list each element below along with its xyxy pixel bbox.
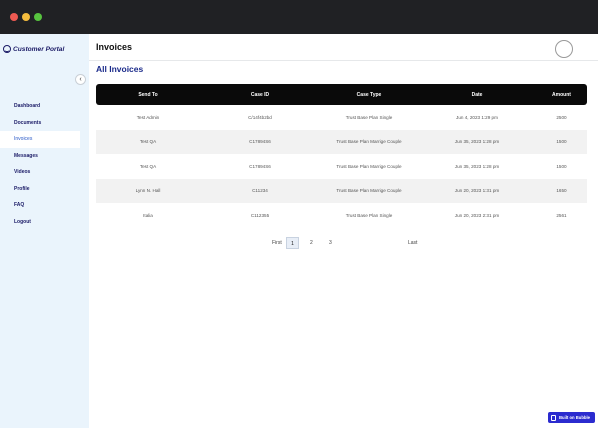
cell-amount: 1650 [556, 188, 567, 194]
pagination-first[interactable]: First [272, 237, 282, 249]
table-row[interactable]: Test Admin C/14f4b2bd Trust Base Plan Si… [96, 105, 587, 130]
cell-date: Jun 35, 2023 1:28 pm [454, 163, 500, 169]
brand[interactable]: Customer Portal [3, 42, 88, 56]
cell-case-type: Trust Base Plan Single [345, 114, 393, 120]
cell-case-id: C/14f4b2bd [248, 114, 272, 120]
close-window-icon[interactable] [10, 13, 18, 21]
sidebar-item-invoices[interactable]: Invoices [0, 131, 80, 148]
sidebar-item-documents[interactable]: Documents [0, 115, 89, 132]
invoices-table: Send To Case ID Case Type Date Amount Te… [96, 84, 587, 228]
minimize-window-icon[interactable] [22, 13, 30, 21]
smiley-icon [3, 45, 11, 53]
cell-send-to: Lynn N. Hall [135, 188, 161, 194]
pagination-page-1[interactable]: 1 [286, 237, 299, 249]
cell-date: Jun 35, 2023 1:28 pm [454, 139, 500, 145]
sidebar-item-faq[interactable]: FAQ [0, 197, 89, 214]
cell-amount: 2561 [556, 212, 567, 218]
section-title: All Invoices [96, 64, 144, 74]
cell-date: Jun 20, 2023 1:31 pm [454, 188, 500, 194]
pagination-last[interactable]: Last [408, 237, 417, 249]
cell-case-id: C11234 [252, 188, 268, 194]
pagination-page-3[interactable]: 3 [329, 237, 332, 249]
cell-send-to: Italia [143, 212, 153, 218]
table-header: Send To Case ID Case Type Date Amount [96, 84, 587, 105]
built-on-bubble-badge[interactable]: Built on Bubble [548, 412, 595, 423]
cell-case-id: C17894S6 [249, 163, 271, 169]
cell-case-type: Trust Base Plan Single [345, 212, 393, 218]
cell-send-to: Test QA [139, 139, 157, 145]
sidebar: Customer Portal ‹ Dashboard Documents In… [0, 34, 89, 428]
table-row[interactable]: Test QA C17894S6 Trust Base Plan Marrige… [96, 129, 587, 154]
table-row[interactable]: Test QA C17894S6 Trust Base Plan Marrige… [96, 154, 587, 179]
pagination: First 1 2 3 Last [268, 237, 428, 249]
cell-case-type: Trust Base Plan Marrige Couple [336, 188, 402, 194]
cell-case-id: C17894S6 [249, 139, 271, 145]
cell-case-type: Trust Base Plan Marrige Couple [336, 163, 402, 169]
cell-date: Jun 20, 2023 2:31 pm [454, 212, 500, 218]
table-row[interactable]: Lynn N. Hall C11234 Trust Base Plan Marr… [96, 178, 587, 203]
column-header-send-to[interactable]: Send To [96, 92, 200, 98]
cell-amount: 1500 [556, 139, 567, 145]
sidebar-item-dashboard[interactable]: Dashboard [0, 98, 89, 115]
cell-date: Jun 4, 2023 1:29 pm [456, 114, 498, 120]
column-header-case-type[interactable]: Case Type [320, 92, 418, 98]
badge-label: Built on Bubble [559, 415, 590, 420]
cell-case-type: Trust Base Plan Marrige Couple [336, 139, 402, 145]
column-header-date[interactable]: Date [418, 92, 536, 98]
cell-amount: 1500 [556, 163, 567, 169]
chevron-left-icon[interactable]: ‹ [75, 74, 86, 85]
cell-case-id: C112355 [250, 212, 270, 218]
page-title: Invoices [96, 42, 133, 52]
column-header-amount[interactable]: Amount [536, 92, 587, 98]
cell-amount: 2500 [556, 114, 567, 120]
window-titlebar [0, 0, 598, 34]
cell-send-to: Test Admin [136, 114, 160, 120]
sidebar-item-messages[interactable]: Messages [0, 148, 89, 165]
brand-name: Customer Portal [13, 45, 65, 53]
header-divider [89, 60, 598, 61]
pagination-page-2[interactable]: 2 [310, 237, 313, 249]
sidebar-item-videos[interactable]: Videos [0, 164, 89, 181]
bubble-icon [551, 414, 556, 421]
avatar-icon[interactable] [555, 40, 573, 58]
cell-send-to: Test QA [139, 163, 157, 169]
sidebar-nav: Dashboard Documents Invoices Messages Vi… [0, 98, 89, 230]
sidebar-item-profile[interactable]: Profile [0, 181, 89, 198]
table-row[interactable]: Italia C112355 Trust Base Plan Single Ju… [96, 203, 587, 228]
sidebar-item-logout[interactable]: Logout [0, 214, 89, 231]
column-header-case-id[interactable]: Case ID [200, 92, 320, 98]
maximize-window-icon[interactable] [34, 13, 42, 21]
